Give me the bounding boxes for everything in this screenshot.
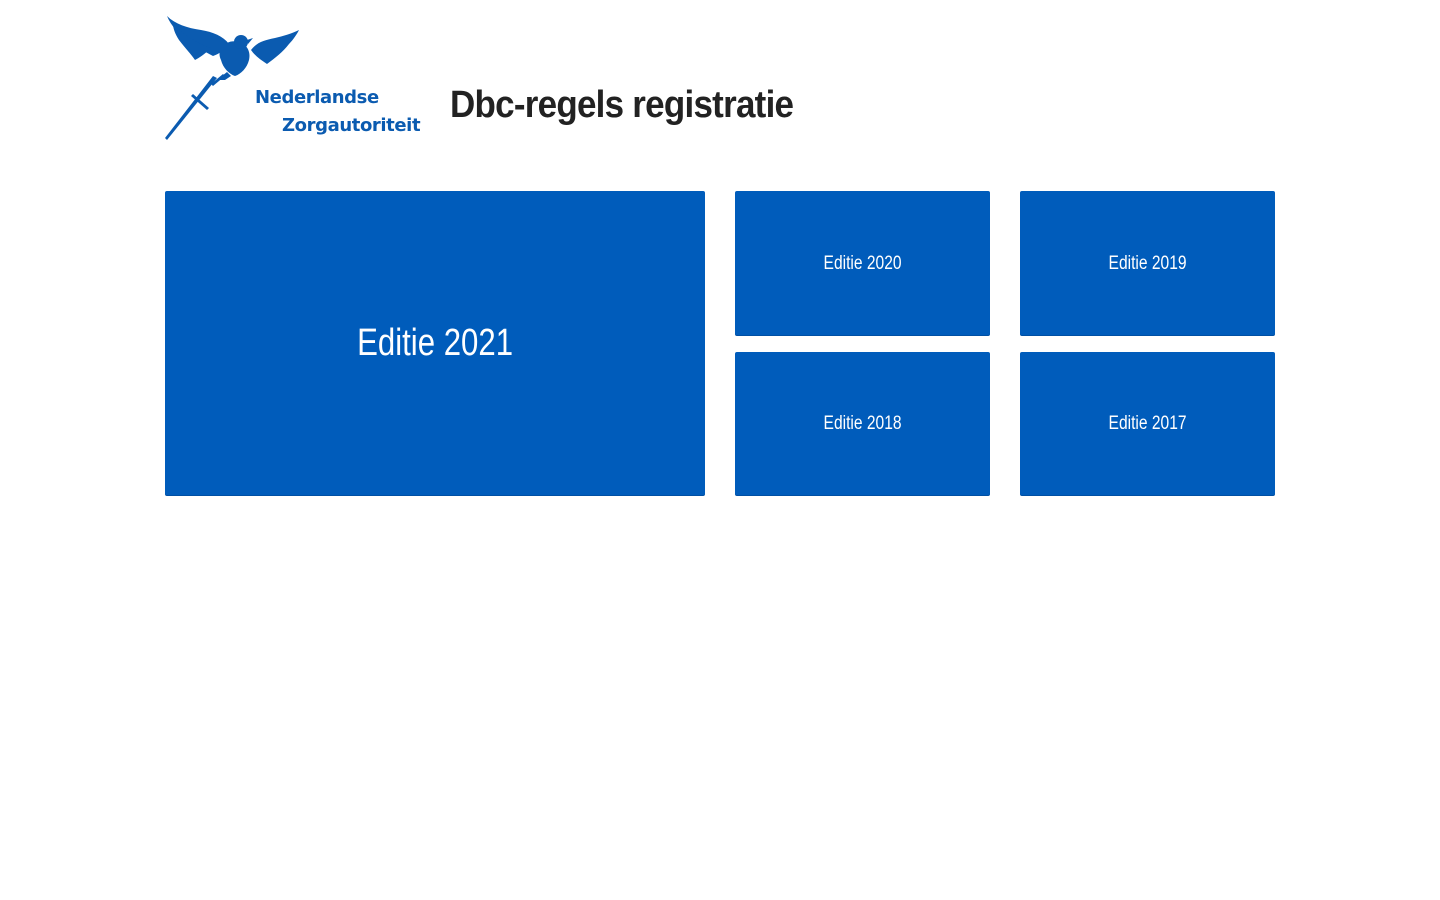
edition-tile-2018[interactable]: Editie 2018 [735,352,990,496]
edition-tile-label: Editie 2019 [1108,252,1187,274]
edition-tile-label: Editie 2018 [823,413,902,434]
edition-tile-2017[interactable]: Editie 2017 [1020,352,1275,496]
header: Nederlandse Zorgautoriteit Dbc-regels re… [165,14,1275,146]
edition-tile-label: Editie 2021 [357,322,513,364]
edition-tile-2021[interactable]: Editie 2021 [165,191,705,496]
logo-text-line1: Nederlandse [255,87,379,108]
nza-logo[interactable]: Nederlandse Zorgautoriteit [165,14,425,144]
page-title: Dbc-regels registratie [450,84,794,126]
edition-tile-label: Editie 2017 [1108,413,1187,434]
page: Nederlandse Zorgautoriteit Dbc-regels re… [0,0,1440,900]
edition-tile-label: Editie 2020 [823,252,902,274]
edition-tile-2019[interactable]: Editie 2019 [1020,191,1275,336]
logo-text-line2: Zorgautoriteit [282,115,421,136]
edition-tile-2020[interactable]: Editie 2020 [735,191,990,336]
